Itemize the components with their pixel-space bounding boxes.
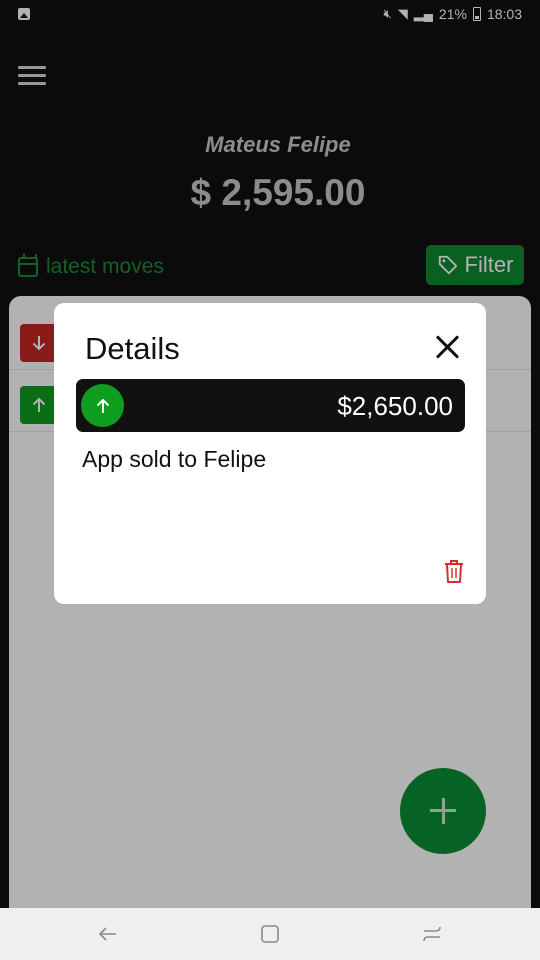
system-navigation-bar — [0, 908, 540, 960]
dialog-title: Details — [85, 331, 180, 366]
details-dialog: Details $2,650.00 App sold to Felipe — [54, 303, 486, 604]
close-icon[interactable] — [435, 334, 461, 360]
transaction-description: App sold to Felipe — [82, 446, 267, 472]
home-icon[interactable] — [258, 922, 282, 946]
trash-icon[interactable] — [443, 559, 465, 585]
recent-apps-icon[interactable] — [420, 922, 444, 946]
back-icon[interactable] — [96, 922, 120, 946]
income-indicator — [81, 384, 124, 427]
arrow-up-icon — [96, 398, 109, 413]
amount-bar: $2,650.00 — [76, 379, 465, 432]
transaction-amount: $2,650.00 — [337, 391, 453, 421]
app-screen: 🔇︎ ◥ ▂▄ 21% 18:03 Mateus Felipe $ 2,595.… — [0, 0, 540, 960]
